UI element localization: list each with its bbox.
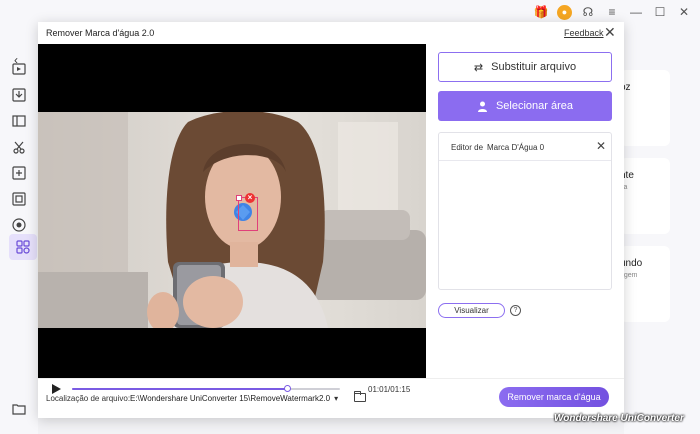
location-label: Localização de arquivo:: [46, 394, 131, 403]
background-card-subtitle: agem: [620, 272, 638, 279]
background-card[interactable]: undo agem: [620, 246, 670, 322]
sidebar-download-icon[interactable]: [10, 86, 28, 104]
watermark-editor: Editor de Marca D'Água 0 ✕: [438, 132, 612, 290]
background-card-title: undo: [620, 258, 643, 269]
video-frame[interactable]: ×: [38, 112, 426, 328]
preview-button[interactable]: Visualizar: [438, 303, 505, 318]
close-icon[interactable]: ✕: [604, 25, 616, 39]
dialog-footer: Localização de arquivo: E:\Wondershare U…: [38, 378, 624, 418]
location-select[interactable]: E:\Wondershare UniConverter 15\RemoveWat…: [130, 388, 348, 408]
sidebar-record-icon[interactable]: [10, 216, 28, 234]
chevron-down-icon: ▾: [334, 393, 339, 403]
background-card[interactable]: oz a: [620, 70, 670, 146]
video-preview[interactable]: × 01:01/01:15: [38, 44, 426, 400]
editor-watermark-name[interactable]: Marca D'Água 0: [487, 143, 544, 152]
background-card-title: nte: [620, 170, 634, 181]
sidebar-toolbox-icon[interactable]: [9, 234, 37, 260]
gift-icon[interactable]: 🎁: [533, 4, 549, 20]
video-image: [38, 112, 426, 328]
menu-icon[interactable]: ≡: [604, 4, 620, 20]
sidebar: ‹: [0, 26, 38, 434]
maximize-icon[interactable]: ☐: [652, 4, 668, 20]
avatar[interactable]: ●: [557, 4, 572, 20]
minimize-icon[interactable]: —: [628, 4, 644, 20]
help-icon[interactable]: ?: [510, 305, 521, 316]
background-card-subtitle: a: [620, 96, 670, 103]
window-close-icon[interactable]: ✕: [676, 4, 692, 20]
delete-selection-icon[interactable]: ×: [245, 193, 255, 203]
select-area-button[interactable]: Selecionar área: [438, 91, 612, 121]
editor-label: Editor de: [451, 143, 484, 152]
dialog-title: Remover Marca d'água 2.0: [46, 28, 155, 38]
watermark-remover-dialog: Remover Marca d'água 2.0 Feedback ✕ × 01…: [38, 22, 624, 418]
topbar-icons: 🎁 ● ☊ ≡ — ☐ ✕: [533, 4, 692, 20]
open-folder-icon[interactable]: [354, 391, 366, 402]
remove-watermark-button[interactable]: Remover marca d'água: [499, 387, 609, 407]
swap-icon: ⇄: [473, 61, 484, 74]
sidebar-video-icon[interactable]: [10, 60, 28, 78]
sidebar-merge-icon[interactable]: [10, 112, 28, 130]
background-card[interactable]: nte ça: [620, 158, 670, 234]
editor-header: Editor de Marca D'Água 0 ✕: [439, 133, 611, 161]
select-area-label: Selecionar área: [495, 100, 574, 112]
person-icon: [477, 101, 487, 112]
sidebar-cut-icon[interactable]: [10, 138, 28, 156]
background-card-subtitle: ça: [620, 184, 670, 191]
sidebar-compress-icon[interactable]: [10, 164, 28, 182]
replace-file-label: Substituir arquivo: [491, 61, 577, 73]
replace-file-button[interactable]: ⇄ Substituir arquivo: [438, 52, 612, 82]
editor-close-icon[interactable]: ✕: [596, 139, 606, 153]
sidebar-folder-icon[interactable]: [10, 400, 28, 418]
brand-watermark: Wondershare UniConverter: [554, 413, 684, 424]
location-value: E:\Wondershare UniConverter 15\RemoveWat…: [130, 393, 331, 403]
feedback-link[interactable]: Feedback: [564, 28, 604, 38]
background-card-title: oz: [620, 82, 631, 93]
sidebar-screen-icon[interactable]: [10, 190, 28, 208]
dialog-header: Remover Marca d'água 2.0 Feedback ✕: [38, 22, 624, 44]
headset-icon[interactable]: ☊: [580, 4, 596, 20]
